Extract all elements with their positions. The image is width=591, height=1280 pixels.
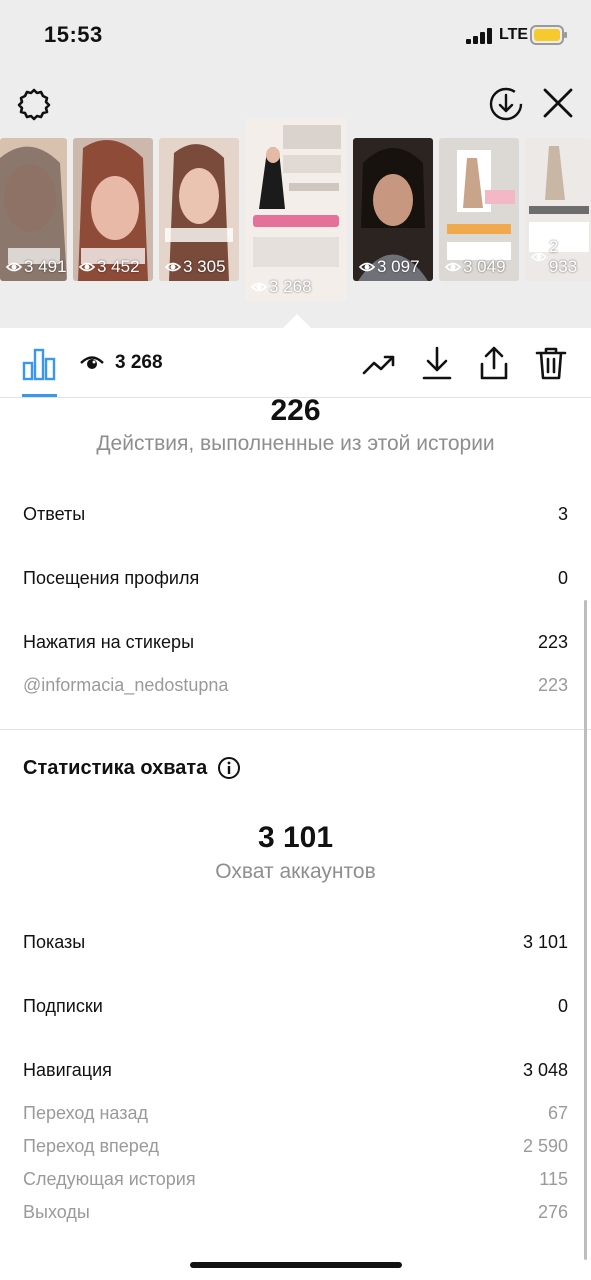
interaction-row-sticker-taps: Нажатия на стикеры 223	[23, 632, 568, 653]
story-thumbnail-active[interactable]: 3 268	[245, 119, 347, 301]
reach-row-impressions: Показы 3 101	[23, 932, 568, 953]
row-label: Показы	[23, 932, 86, 952]
reach-caption: Охват аккаунтов	[215, 860, 376, 883]
nav-detail-forward: Переход вперед 2 590	[23, 1136, 568, 1157]
row-value: 223	[537, 675, 568, 695]
section-divider	[0, 729, 591, 730]
interactions-total: 226	[270, 394, 321, 427]
story-views: 3 305	[165, 257, 226, 277]
info-icon[interactable]	[217, 756, 241, 780]
story-thumbnail[interactable]: 3 491	[0, 138, 67, 281]
active-story-pointer	[283, 314, 311, 328]
story-thumbnails: 3 491 3 452 3 305 3 268 3 097 3 049 2 93…	[0, 0, 591, 328]
row-label: Переход назад	[23, 1103, 149, 1123]
story-viewer-header: 15:53 LTE 3 491 3 452 3 305 3 268 3 097 …	[0, 0, 591, 328]
story-views: 3 491	[6, 257, 67, 277]
row-label: Переход вперед	[23, 1136, 159, 1156]
nav-detail-back: Переход назад 67	[23, 1103, 568, 1124]
row-label: Выходы	[23, 1202, 90, 1222]
reach-row-navigation: Навигация 3 048	[23, 1060, 568, 1081]
views-count: 3 268	[115, 352, 163, 373]
row-value: 3 048	[522, 1060, 568, 1080]
reach-row-follows: Подписки 0	[23, 996, 568, 1017]
story-thumbnail[interactable]: 3 049	[439, 138, 519, 281]
scrollbar[interactable]	[584, 600, 587, 1260]
story-thumbnail[interactable]: 3 452	[73, 138, 153, 281]
nav-detail-next-story: Следующая история 115	[23, 1169, 568, 1190]
row-label: @informacia_nedostupna	[23, 675, 229, 695]
story-views: 3 268	[251, 277, 312, 297]
row-label: Посещения профиля	[23, 568, 200, 588]
row-value: 67	[547, 1103, 568, 1123]
row-value: 3 101	[522, 932, 568, 952]
story-thumbnail[interactable]: 2 933	[525, 138, 591, 281]
bar-chart-icon[interactable]	[22, 347, 56, 381]
eye-icon	[80, 356, 104, 369]
story-views: 2 933	[531, 237, 591, 277]
row-value: 276	[537, 1202, 568, 1222]
download-icon[interactable]	[420, 346, 454, 380]
row-label: Нажатия на стикеры	[23, 632, 194, 652]
trash-icon[interactable]	[534, 346, 568, 380]
reach-total: 3 101	[257, 821, 334, 854]
row-label: Подписки	[23, 996, 103, 1016]
row-label: Следующая история	[23, 1169, 196, 1189]
story-views: 3 452	[79, 257, 140, 277]
story-views: 3 049	[445, 257, 506, 277]
interaction-row-profile-visits: Посещения профиля 0	[23, 568, 568, 589]
row-value: 2 590	[522, 1136, 568, 1156]
interaction-row-replies: Ответы 3	[23, 504, 568, 525]
row-label: Ответы	[23, 504, 86, 524]
story-image	[245, 119, 347, 301]
row-label: Навигация	[23, 1060, 112, 1080]
sticker-detail-row: @informacia_nedostupna 223	[23, 675, 568, 696]
row-value: 223	[537, 632, 568, 652]
story-thumbnail[interactable]: 3 305	[159, 138, 239, 281]
row-value: 0	[557, 996, 568, 1016]
reach-section-title: Статистика охвата	[23, 756, 241, 780]
row-value: 0	[557, 568, 568, 588]
home-indicator[interactable]	[190, 1262, 402, 1268]
share-icon[interactable]	[477, 346, 511, 380]
row-value: 115	[539, 1169, 568, 1189]
trending-up-icon[interactable]	[362, 346, 396, 380]
row-value: 3	[557, 504, 568, 524]
section-title-text: Статистика охвата	[23, 756, 208, 779]
nav-detail-exits: Выходы 276	[23, 1202, 568, 1223]
story-views: 3 097	[359, 257, 420, 277]
interactions-caption: Действия, выполненные из этой истории	[96, 432, 495, 455]
story-toolbar: 3 268	[0, 328, 591, 398]
story-thumbnail[interactable]: 3 097	[353, 138, 433, 281]
